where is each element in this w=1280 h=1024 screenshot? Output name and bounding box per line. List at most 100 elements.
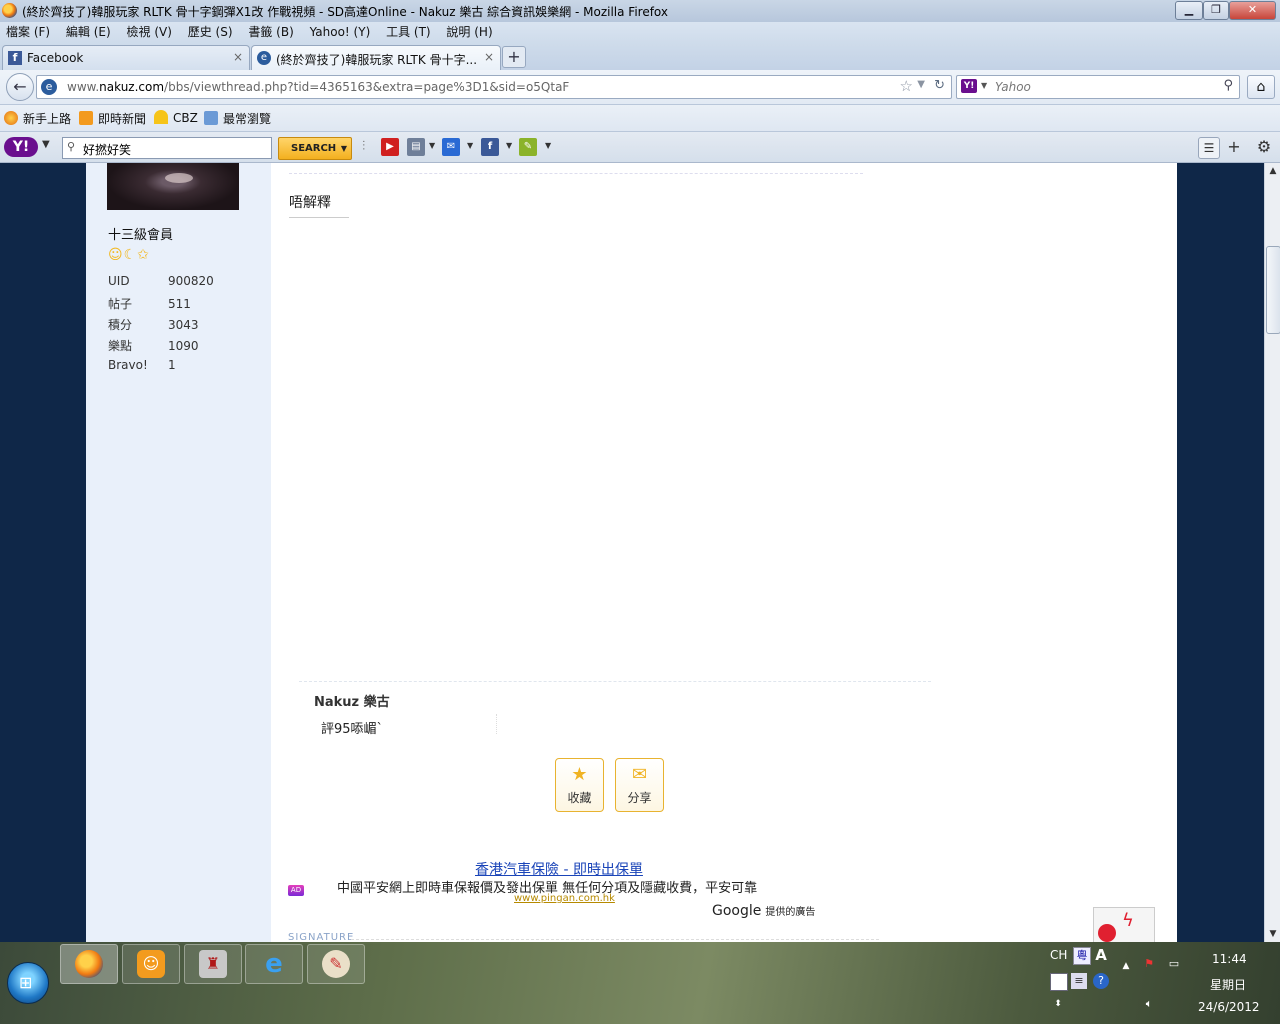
favorite-button[interactable]: ★ 收藏: [555, 758, 604, 812]
taskbar-firefox[interactable]: [60, 944, 118, 984]
start-button[interactable]: ⊞: [7, 962, 49, 1004]
youtube-icon[interactable]: ▶: [381, 138, 399, 156]
new-tab-button[interactable]: +: [502, 46, 526, 68]
favorite-label: 收藏: [567, 791, 592, 805]
menu-view[interactable]: 檢視 (V): [121, 22, 178, 42]
site-identity-icon[interactable]: e: [41, 79, 57, 95]
toolbar-options-icon[interactable]: ☰: [1198, 137, 1220, 159]
menu-tools[interactable]: 工具 (T): [380, 22, 437, 42]
app-dropdown-icon[interactable]: ▼: [545, 141, 551, 150]
rating-separator: [496, 714, 497, 734]
menu-edit[interactable]: 編輯 (E): [60, 22, 117, 42]
clock-weekday[interactable]: 星期日: [1210, 976, 1246, 993]
firefox-icon: [75, 950, 103, 978]
pages-dropdown-icon[interactable]: ▼: [429, 141, 435, 150]
bookmark-star-icon[interactable]: ☆: [900, 77, 913, 95]
menu-history[interactable]: 歷史 (S): [182, 22, 239, 42]
pages-icon[interactable]: ▤: [407, 138, 425, 156]
bookmark-latest-news[interactable]: 即時新聞: [79, 110, 146, 127]
navigation-bar: ← e www.nakuz.com/bbs/viewthread.php?tid…: [0, 70, 1280, 105]
ad-url-link[interactable]: www.pingan.com.hk: [514, 893, 615, 904]
folder-icon: [204, 111, 218, 125]
stat-bravo: Bravo! 1: [108, 358, 176, 372]
ime-restore-icon[interactable]: ⬍: [1050, 996, 1066, 1012]
yahoo-engine-icon[interactable]: Y!: [961, 79, 977, 93]
google-ads-label[interactable]: Google 提供的廣告: [712, 903, 815, 919]
yahoo-search-input[interactable]: ⚲ 好撚好笑: [62, 137, 272, 159]
vertical-scrollbar[interactable]: ▲ ▼: [1264, 163, 1280, 942]
menu-help[interactable]: 說明 (H): [440, 22, 498, 42]
bookmark-most-visited[interactable]: 最常瀏覽: [204, 110, 271, 127]
clock-time[interactable]: 11:44: [1212, 952, 1247, 966]
show-hidden-icons[interactable]: ▲: [1118, 958, 1134, 974]
history-dropdown-icon[interactable]: ▼: [917, 79, 925, 90]
back-button[interactable]: ←: [6, 73, 34, 101]
ad-title-link[interactable]: 香港汽車保險 - 即時出保單: [475, 859, 643, 879]
scrollbar-thumb[interactable]: [1266, 246, 1280, 334]
menu-bookmarks[interactable]: 書籤 (B): [242, 22, 299, 42]
mail-icon[interactable]: ✉: [442, 138, 460, 156]
network-icon[interactable]: ▭: [1166, 956, 1182, 972]
yahoo-search-value[interactable]: 好撚好笑: [83, 141, 131, 158]
volume-icon[interactable]: 🔈︎: [1141, 996, 1157, 1012]
avatar[interactable]: [107, 163, 239, 210]
bookmarks-toolbar: 新手上路 即時新聞 CBZ 最常瀏覽: [0, 105, 1280, 132]
signature-divider: [351, 939, 879, 940]
action-center-flag-icon[interactable]: ⚑: [1141, 956, 1157, 972]
toolbar-divider-icon: ⫶: [362, 139, 366, 154]
add-button-icon[interactable]: +: [1224, 137, 1244, 157]
tab-close-icon[interactable]: ×: [484, 50, 494, 64]
taskbar-internet-explorer[interactable]: e: [245, 944, 303, 984]
tab-facebook[interactable]: f Facebook ×: [2, 45, 250, 71]
facebook-icon[interactable]: f: [481, 138, 499, 156]
help-icon[interactable]: ?: [1093, 973, 1109, 989]
web-search-box[interactable]: Y! ▼ Yahoo ⚲: [956, 75, 1240, 99]
taskbar-pps[interactable]: ☺: [122, 944, 180, 984]
url-text[interactable]: www.nakuz.com/bbs/viewthread.php?tid=436…: [67, 80, 569, 94]
ime-tool-icon[interactable]: ≡: [1071, 973, 1087, 989]
app-icon[interactable]: ✎: [519, 138, 537, 156]
clock-date[interactable]: 24/6/2012: [1198, 1000, 1260, 1014]
tab-nakuz-thread[interactable]: e (終於齊技了)韓服玩家 RLTK 骨十字... ×: [251, 45, 501, 71]
share-button[interactable]: ✉ 分享: [615, 758, 664, 812]
windows-taskbar: ⊞ ☺ ♜ e ✎ CH 粵 A ≡ ? ⬍ ▲ ⚑ ▭ 🔈︎ 11:44 星期…: [0, 942, 1280, 1024]
menu-yahoo[interactable]: Yahoo! (Y): [304, 22, 377, 42]
stat-uid: UID 900820: [108, 274, 214, 288]
bookmark-getting-started[interactable]: 新手上路: [4, 110, 71, 127]
scroll-up-icon[interactable]: ▲: [1265, 163, 1280, 179]
yahoo-toolbar: Y! ▼ ⚲ 好撚好笑 SEARCH ▼ ⫶ ▶ ▤ ▼ ✉ ▼ f ▼ ✎ ▼ …: [0, 132, 1280, 163]
search-icon[interactable]: ⚲: [1223, 78, 1233, 93]
yahoo-menu-dropdown-icon[interactable]: ▼: [42, 139, 50, 150]
window-icon[interactable]: [1050, 973, 1068, 991]
stat-points: 積分 3043: [108, 318, 199, 332]
yahoo-search-button[interactable]: SEARCH ▼: [278, 137, 352, 160]
maximize-button[interactable]: ❐: [1203, 1, 1229, 20]
minimize-button[interactable]: ▁: [1175, 1, 1203, 20]
tab-label: Facebook: [27, 51, 84, 65]
signature-label: SIGNATURE: [288, 932, 355, 942]
facebook-icon: f: [8, 51, 22, 65]
window-title-bar[interactable]: (終於齊技了)韓服玩家 RLTK 骨十字鋼彈X1改 作戰視頻 - SD高達Onl…: [0, 0, 1280, 22]
engine-dropdown-icon[interactable]: ▼: [981, 81, 987, 90]
facebook-dropdown-icon[interactable]: ▼: [506, 141, 512, 150]
settings-gear-icon[interactable]: ⚙: [1254, 137, 1274, 157]
taskbar-paint[interactable]: ✎: [307, 944, 365, 984]
bookmark-cbz[interactable]: CBZ: [154, 110, 198, 125]
scroll-down-icon[interactable]: ▼: [1265, 926, 1280, 942]
close-window-button[interactable]: ✕: [1229, 1, 1276, 20]
mail-dropdown-icon[interactable]: ▼: [467, 141, 473, 150]
input-language[interactable]: CH: [1050, 948, 1067, 962]
share-label: 分享: [627, 791, 652, 805]
star-icon: ★: [571, 764, 588, 785]
tab-close-icon[interactable]: ×: [233, 50, 243, 64]
yahoo-logo-icon[interactable]: Y!: [4, 137, 38, 157]
corner-emblem-image[interactable]: ϟ: [1093, 907, 1155, 942]
taskbar-game[interactable]: ♜: [184, 944, 242, 984]
home-button[interactable]: ⌂: [1247, 75, 1275, 99]
menu-file[interactable]: 檔案 (F): [0, 22, 56, 42]
font-size-icon[interactable]: A: [1093, 947, 1109, 963]
reload-icon[interactable]: ↻: [934, 78, 945, 93]
url-bar[interactable]: e www.nakuz.com/bbs/viewthread.php?tid=4…: [36, 75, 952, 99]
pps-icon: ☺: [137, 950, 165, 978]
ime-icon[interactable]: 粵: [1073, 947, 1091, 965]
